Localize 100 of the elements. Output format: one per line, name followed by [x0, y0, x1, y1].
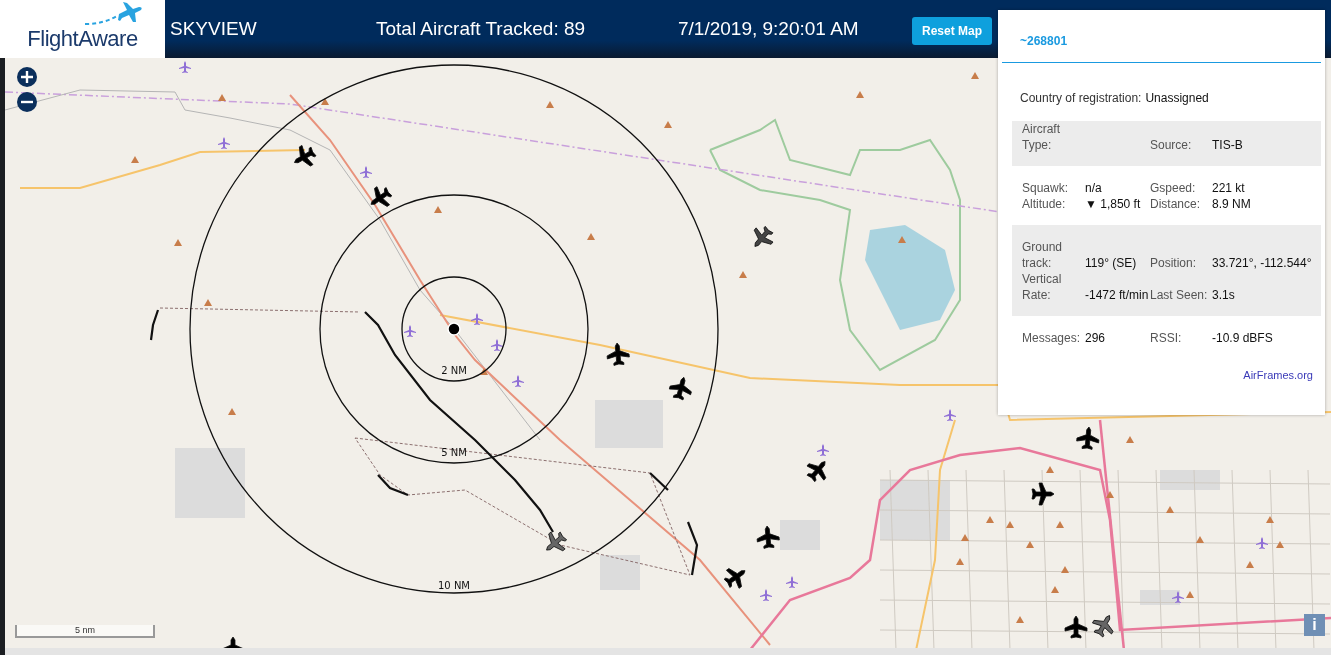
- airport-icon: [760, 589, 772, 601]
- airport-icon: [944, 409, 956, 421]
- peak-icon: [218, 94, 226, 101]
- range-label: 10 NM: [438, 580, 470, 591]
- peak-icon: [321, 98, 329, 105]
- peak-icon: [1061, 566, 1069, 573]
- field-value: 8.9 NM: [1212, 196, 1252, 212]
- field-label: Position:: [1150, 255, 1198, 271]
- peak-icon: [739, 271, 747, 278]
- field-value: -1472 ft/min: [1085, 287, 1150, 303]
- airport-icon: [179, 61, 191, 73]
- urban-area: [780, 520, 820, 550]
- field-value: n/a: [1085, 180, 1103, 196]
- peak-icon: [1056, 521, 1064, 528]
- peak-icon: [587, 233, 595, 240]
- field-label: Distance:: [1150, 196, 1202, 212]
- field-value: ▼ 1,850 ft: [1085, 196, 1142, 212]
- field-value: Unassigned: [1145, 91, 1209, 105]
- peak-icon: [1026, 541, 1034, 548]
- field-label: Altitude:: [1022, 196, 1067, 212]
- airport-icon: [218, 137, 230, 149]
- peak-icon: [1196, 536, 1204, 543]
- airport-icon: [786, 576, 798, 588]
- field-label: Aircraft Type:: [1022, 121, 1061, 153]
- receiver-dot: [447, 322, 461, 336]
- peak-icon: [956, 558, 964, 565]
- plane-icon: [82, 2, 143, 28]
- peak-icon: [1006, 521, 1014, 528]
- field-value: TIS-B: [1212, 137, 1244, 153]
- field-label: Last Seen:: [1150, 287, 1209, 303]
- aircraft-icon: [1076, 426, 1100, 450]
- peak-icon: [204, 299, 212, 306]
- app-title: SKYVIEW: [170, 18, 258, 40]
- field-value: -10.9 dBFS: [1212, 330, 1274, 346]
- peak-icon: [1126, 436, 1134, 443]
- aircraft-icon: [756, 525, 780, 549]
- peak-icon: [961, 534, 969, 541]
- field-label: Gspeed:: [1150, 180, 1197, 196]
- peak-icon: [971, 72, 979, 79]
- peak-icon: [898, 236, 906, 243]
- peak-icon: [1166, 506, 1174, 513]
- aircraft-icon: [723, 568, 746, 589]
- aircraft-icon: [1092, 615, 1114, 638]
- aircraft-icon: [668, 376, 692, 401]
- field-label: RSSI:: [1150, 330, 1183, 346]
- airport-icon: [471, 313, 483, 325]
- airport-icon: [491, 339, 503, 351]
- peak-icon: [1186, 591, 1194, 598]
- peak-icon: [1016, 616, 1024, 623]
- zoom-in-button[interactable]: [17, 67, 37, 87]
- aircraft-icon: [1064, 615, 1088, 639]
- peak-icon: [1106, 491, 1114, 498]
- peak-icon: [228, 408, 236, 415]
- airframes-link[interactable]: AirFrames.org: [1243, 369, 1313, 381]
- aircraft-icon: [294, 145, 317, 167]
- peak-icon: [986, 516, 994, 523]
- field-value: 33.721°, -112.544°: [1212, 255, 1312, 271]
- peak-icon: [1246, 561, 1254, 568]
- urban-area: [175, 448, 245, 518]
- field-value: 3.1s: [1212, 287, 1236, 303]
- range-label: 5 NM: [441, 447, 467, 458]
- reset-map-button[interactable]: Reset Map: [912, 17, 993, 45]
- field-label: Country of registration:: [1020, 91, 1142, 105]
- field-label: Ground track:: [1022, 239, 1064, 271]
- peak-icon: [1266, 516, 1274, 523]
- field-value: 119° (SE): [1085, 255, 1138, 271]
- aircraft-icon: [806, 461, 827, 483]
- aircraft-icon: [546, 531, 568, 552]
- peak-icon: [174, 239, 182, 246]
- peak-icon: [1276, 541, 1284, 548]
- field-value: 296: [1085, 330, 1107, 346]
- airport-icon: [1256, 537, 1268, 549]
- airport-icon: [360, 166, 372, 178]
- peak-icon: [480, 368, 488, 375]
- range-label: 2 NM: [441, 365, 467, 376]
- timestamp: 7/1/2019, 9:20:01 AM: [678, 18, 860, 40]
- flight-track: [149, 309, 160, 341]
- zoom-out-button[interactable]: [17, 92, 37, 112]
- airport-icon: [512, 375, 524, 387]
- aircraft-count: Total Aircraft Tracked: 89: [376, 18, 587, 40]
- aircraft-icon: [1031, 482, 1055, 506]
- peak-icon: [546, 101, 554, 108]
- peak-icon: [131, 156, 139, 163]
- peak-icon: [1046, 466, 1054, 473]
- logo-text: FlightAware: [27, 26, 138, 52]
- info-button[interactable]: i: [1304, 614, 1325, 636]
- flight-id-link[interactable]: ~268801: [1020, 34, 1068, 48]
- flight-track: [686, 521, 699, 576]
- flight-track: [649, 472, 669, 491]
- aircraft-icon: [370, 186, 393, 207]
- airport-icon: [1172, 591, 1184, 603]
- peak-icon: [664, 121, 672, 128]
- aircraft-icon: [753, 225, 774, 247]
- field-label: Source:: [1150, 137, 1193, 153]
- peak-icon: [856, 91, 864, 98]
- scale-bar: 5 nm: [15, 625, 155, 638]
- airport-icon: [404, 325, 416, 337]
- airport-icon: [817, 444, 829, 456]
- field-label: Squawk:: [1022, 180, 1070, 196]
- urban-area: [600, 555, 640, 590]
